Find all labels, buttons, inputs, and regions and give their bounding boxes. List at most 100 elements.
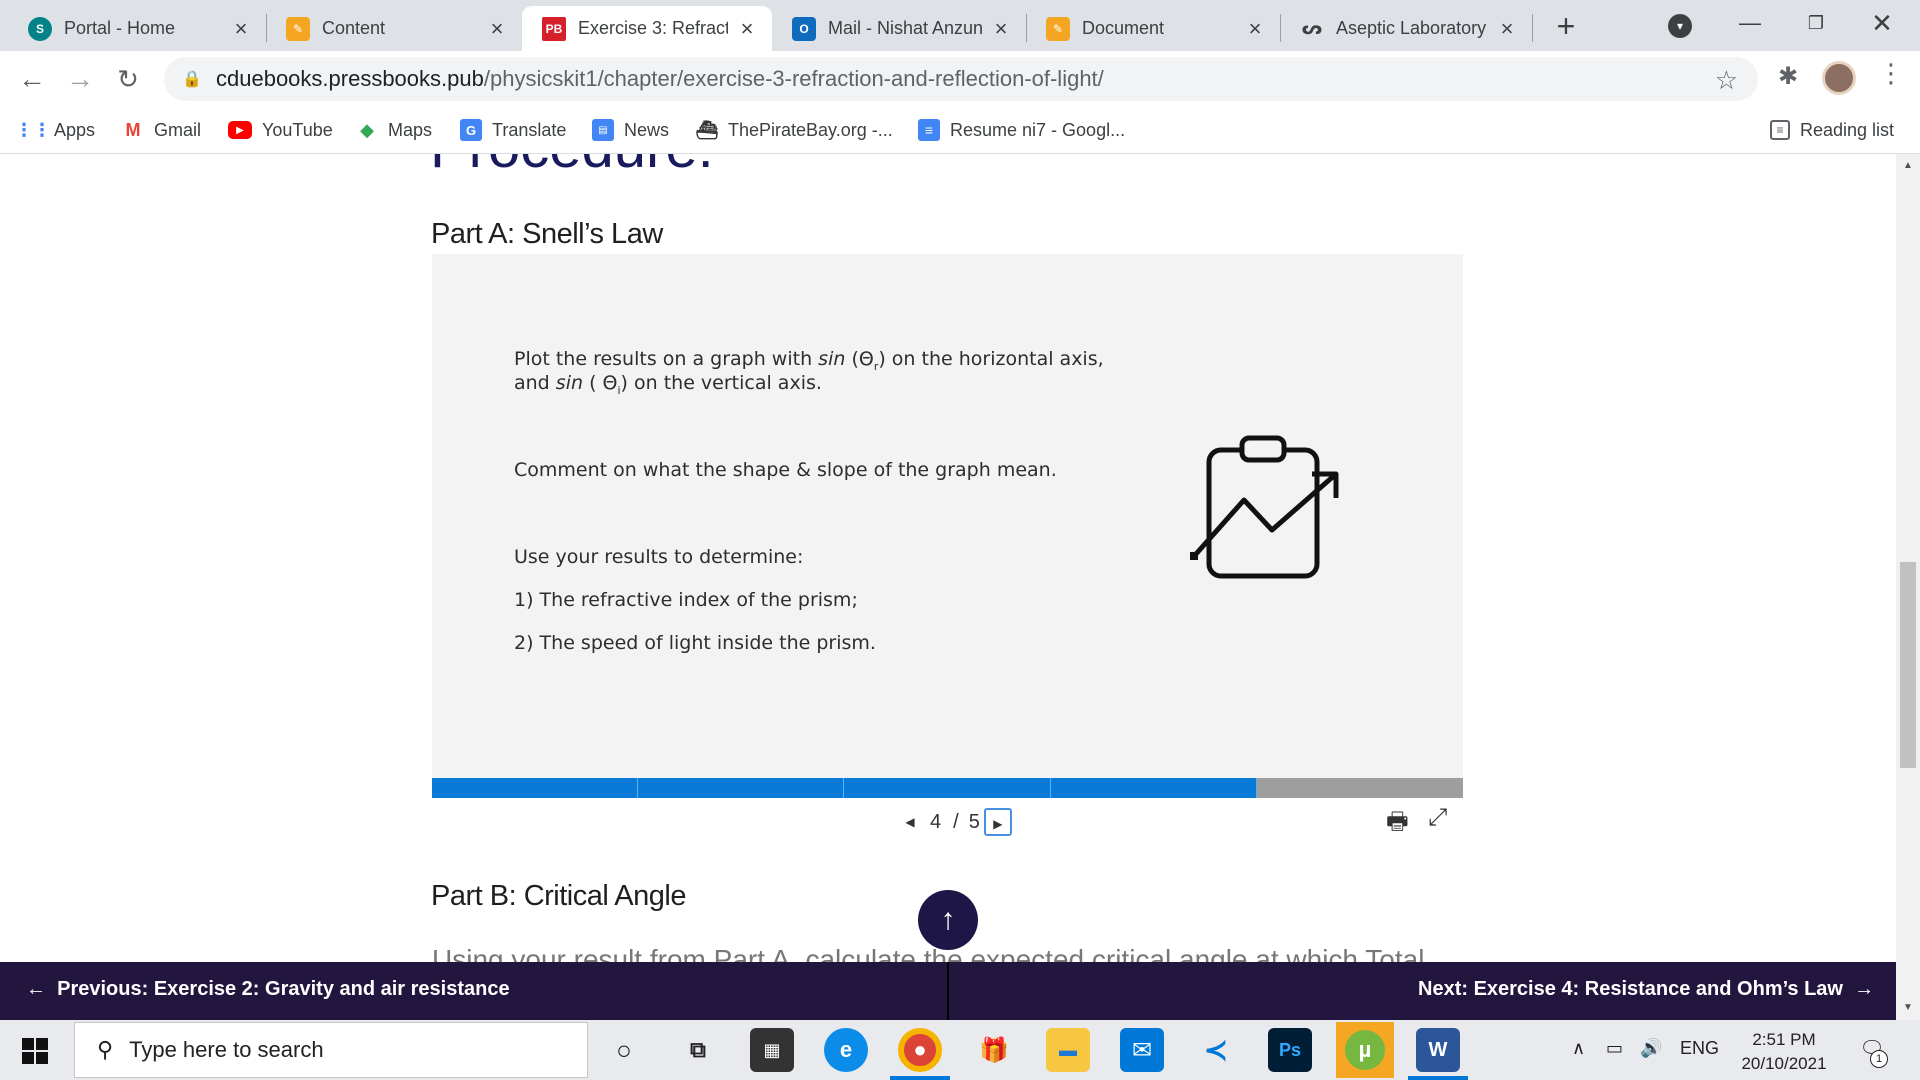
tab-aseptic-lab[interactable]: ᔕ Aseptic Laboratory × [1280, 6, 1532, 51]
slide-pager: ◀ 4 / 5 ▶ [896, 806, 1012, 838]
reading-list-icon: ≡ [1770, 120, 1790, 140]
notifications-icon[interactable]: 🗨 1 [1856, 1036, 1888, 1068]
reload-icon[interactable]: ↻ [110, 61, 146, 97]
previous-chapter-link[interactable]: ← Previous: Exercise 2: Gravity and air … [26, 978, 510, 1001]
next-chapter-link[interactable]: Next: Exercise 4: Resistance and Ohm’s L… [1418, 978, 1874, 1001]
language-indicator[interactable]: ENG [1680, 1038, 1719, 1059]
system-clock[interactable]: 2:51 PM 20/10/2021 [1728, 1028, 1840, 1076]
clock-time: 2:51 PM [1752, 1030, 1816, 1049]
scroll-thumb[interactable] [1900, 562, 1916, 768]
close-icon[interactable]: × [990, 17, 1012, 40]
bookmark-star-icon[interactable]: ☆ [1715, 65, 1738, 96]
progress-segment[interactable] [1050, 778, 1257, 798]
taskbar-search-input[interactable]: ⚲ Type here to search [74, 1022, 588, 1078]
reading-list[interactable]: ≡ Reading list [1770, 116, 1894, 144]
task-view-icon[interactable]: ⧉ [676, 1028, 720, 1072]
text: sin [818, 348, 846, 370]
url-path: /physicskit1/chapter/exercise-3-refracti… [483, 66, 1104, 91]
show-hidden-icons-chevron-up-icon[interactable]: ∧ [1572, 1038, 1585, 1059]
close-icon[interactable]: × [230, 17, 252, 40]
sharepoint-icon: S [28, 16, 52, 41]
restore-icon[interactable]: ❐ [1786, 6, 1846, 40]
tab-separator [1532, 14, 1533, 42]
procedure-heading: Procedure: [430, 154, 714, 181]
slide-comment: Comment on what the shape & slope of the… [514, 459, 1057, 481]
menu-kebab-icon[interactable]: ⋮ [1878, 58, 1904, 89]
bookmark-news[interactable]: ▤ News [592, 116, 669, 144]
pressbooks-icon: PB [542, 16, 566, 41]
tab-content[interactable]: ✎ Content × [266, 6, 522, 51]
gift-icon[interactable]: 🎁 [972, 1028, 1016, 1072]
search-placeholder: Type here to search [129, 1037, 324, 1062]
minimize-icon[interactable]: — [1720, 6, 1780, 40]
store-icon[interactable]: ▦ [750, 1028, 794, 1072]
tab-search-icon[interactable]: ▾ [1668, 14, 1692, 38]
close-icon[interactable]: × [486, 17, 508, 40]
photoshop-icon[interactable]: Ps [1268, 1028, 1312, 1072]
battery-icon[interactable]: ▭ [1606, 1038, 1623, 1059]
bookmark-apps[interactable]: ⋮⋮ Apps [15, 116, 95, 144]
next-label: Next: Exercise 4: Resistance and Ohm’s L… [1418, 978, 1843, 1000]
chrome-icon[interactable]: ● [898, 1028, 942, 1072]
edge-icon[interactable]: e [824, 1028, 868, 1072]
nav-divider [947, 962, 949, 1020]
notification-count: 1 [1870, 1050, 1888, 1068]
close-icon[interactable]: × [1496, 17, 1518, 40]
word-active-indicator [1408, 1076, 1468, 1080]
new-tab-plus-icon[interactable]: + [1548, 8, 1584, 44]
print-icon[interactable]: 🖶 [1386, 804, 1409, 845]
bookmark-piratebay[interactable]: ⛴ ThePirateBay.org -... [696, 116, 893, 144]
tab-exercise-3[interactable]: PB Exercise 3: Refractio × [522, 6, 772, 51]
windows-start-icon[interactable] [22, 1038, 48, 1064]
bookmark-youtube[interactable]: ▶ YouTube [228, 116, 333, 144]
news-icon: ▤ [592, 119, 614, 141]
back-arrow-icon[interactable]: ← [14, 61, 50, 97]
scroll-to-top-button[interactable]: ↑ [918, 890, 978, 950]
word-icon[interactable]: W [1416, 1028, 1460, 1072]
scroll-down-arrow-icon[interactable]: ▼ [1900, 1002, 1916, 1013]
progress-segment[interactable] [638, 778, 845, 798]
next-slide-icon[interactable]: ▶ [983, 808, 1012, 836]
tab-portal-home[interactable]: S Portal - Home × [8, 6, 266, 51]
text: Plot the results on a graph with [514, 348, 819, 370]
fullscreen-icon[interactable]: ⤢ [1428, 804, 1447, 832]
progress-segment[interactable] [844, 778, 1051, 798]
window-close-icon[interactable]: ✕ [1852, 6, 1912, 40]
docs-icon: ≡ [918, 119, 940, 141]
bookmark-label: Resume ni7 - Googl... [950, 119, 1126, 140]
prev-slide-icon[interactable]: ◀ [896, 808, 924, 836]
tab-title: Portal - Home [64, 18, 176, 38]
slide-determine: Use your results to determine: [514, 546, 804, 568]
tab-mail[interactable]: O Mail - Nishat Anzun × [772, 6, 1026, 51]
bookmark-label: ThePirateBay.org -... [728, 119, 893, 140]
extensions-puzzle-icon[interactable]: ✱ [1778, 62, 1798, 91]
mail-icon[interactable]: ✉ [1120, 1028, 1164, 1072]
tab-title: Document [1082, 18, 1165, 38]
address-bar[interactable]: 🔒 cduebooks.pressbooks.pub/physicskit1/c… [164, 57, 1758, 101]
file-explorer-icon[interactable]: ▬ [1046, 1028, 1090, 1072]
forward-arrow-icon[interactable]: → [62, 61, 98, 97]
bookmark-resume[interactable]: ≡ Resume ni7 - Googl... [918, 116, 1125, 144]
vscode-icon[interactable]: ≺ [1194, 1028, 1238, 1072]
clock-date: 20/10/2021 [1741, 1054, 1827, 1073]
progress-segment[interactable] [432, 778, 639, 798]
pencil-icon: ✎ [286, 16, 310, 41]
browser-toolbar: ← → ↻ 🔒 cduebooks.pressbooks.pub/physics… [0, 51, 1920, 106]
slide-progress-bar [432, 778, 1463, 798]
scroll-up-arrow-icon[interactable]: ▲ [1900, 160, 1916, 171]
volume-icon[interactable]: 🔊 [1640, 1038, 1662, 1059]
cortana-icon[interactable]: ○ [602, 1028, 646, 1072]
bookmark-gmail[interactable]: M Gmail [122, 116, 202, 144]
utorrent-icon[interactable]: µ [1336, 1022, 1394, 1078]
profile-avatar[interactable] [1822, 61, 1856, 95]
close-icon[interactable]: × [1244, 17, 1266, 40]
maps-icon: ◆ [360, 119, 374, 140]
tab-document[interactable]: ✎ Document × [1026, 6, 1280, 51]
youtube-icon: ▶ [228, 121, 252, 139]
tab-title: Aseptic Laboratory [1336, 18, 1487, 38]
close-icon[interactable]: × [736, 17, 758, 40]
progress-segment[interactable] [1256, 778, 1463, 798]
bookmark-translate[interactable]: G Translate [460, 116, 566, 144]
arrow-right-icon: → [1854, 978, 1875, 1000]
bookmark-maps[interactable]: ◆ Maps [356, 116, 432, 144]
